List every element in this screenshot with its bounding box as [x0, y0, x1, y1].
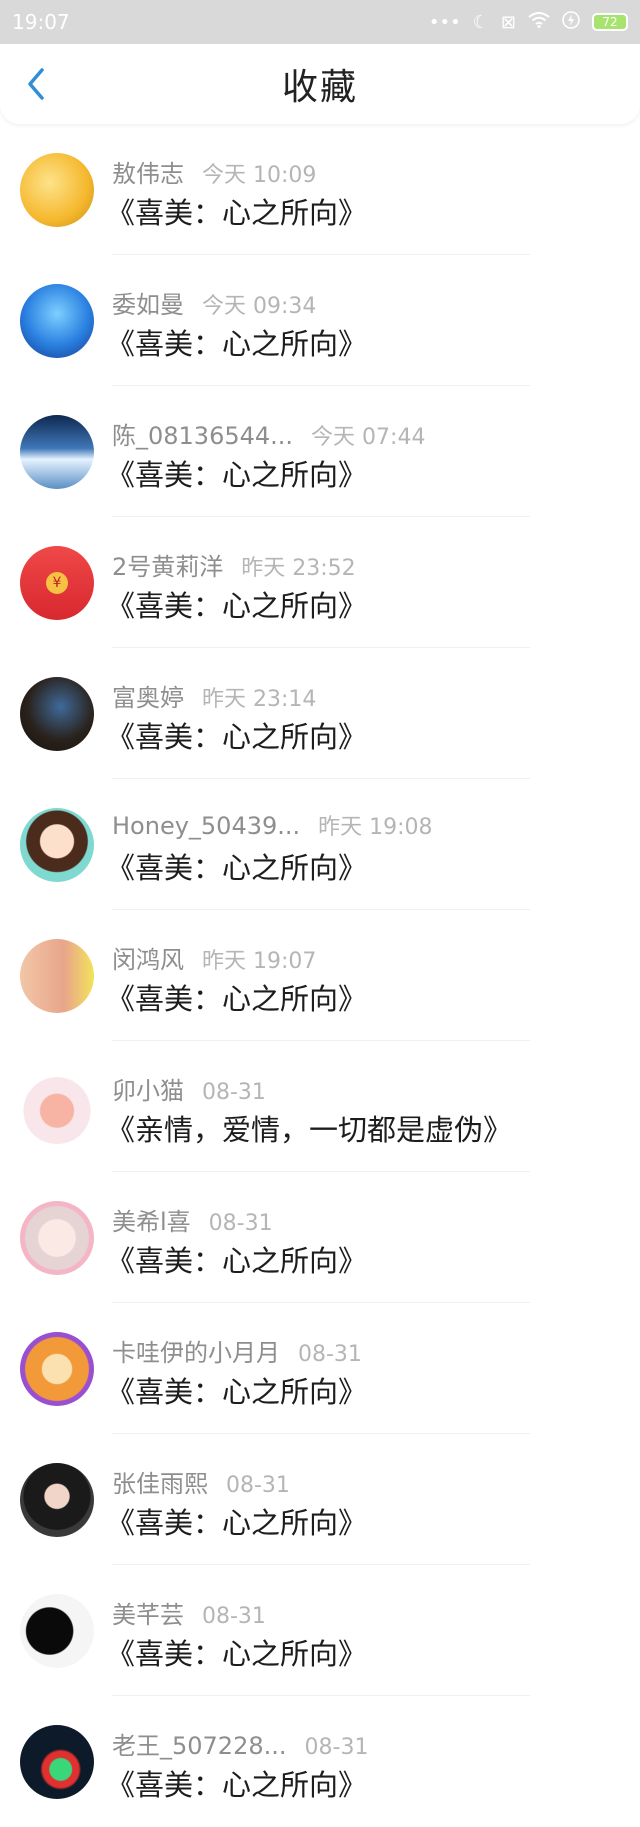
status-icons: ••• ☾ ⊠ 72	[428, 10, 628, 34]
avatar[interactable]	[20, 1070, 94, 1144]
username[interactable]: 闵鸿风	[112, 940, 184, 975]
list-item[interactable]: 美芊芸 08-31 《喜美：心之所向》	[0, 1565, 640, 1696]
timestamp: 今天 10:09	[202, 163, 317, 188]
avatar[interactable]	[20, 939, 94, 1013]
header-bar: 收藏	[0, 44, 640, 124]
list-item[interactable]: 富奥婷 昨天 23:14 《喜美：心之所向》	[0, 648, 640, 779]
timestamp: 今天 09:34	[202, 294, 317, 319]
page-title: 收藏	[281, 67, 358, 108]
timestamp: 昨天 23:14	[202, 687, 317, 712]
favorite-title[interactable]: 《喜美：心之所向》	[106, 714, 367, 756]
favorite-title[interactable]: 《喜美：心之所向》	[106, 976, 367, 1018]
chevron-left-icon	[28, 68, 44, 100]
list-item[interactable]: 老王_507228... 08-31 《喜美：心之所向》	[0, 1696, 640, 1827]
status-bar: 19:07 ••• ☾ ⊠ 72	[0, 0, 640, 44]
username[interactable]: 老王_507228...	[112, 1726, 287, 1761]
favorite-title[interactable]: 《喜美：心之所向》	[106, 1500, 367, 1542]
avatar[interactable]	[20, 284, 94, 358]
favorite-title[interactable]: 《喜美：心之所向》	[106, 1238, 367, 1280]
username[interactable]: 卯小猫	[112, 1071, 184, 1106]
timestamp: 08-31	[226, 1473, 290, 1498]
timestamp: 今天 07:44	[311, 425, 426, 450]
timestamp: 昨天 23:52	[241, 556, 356, 581]
timestamp: 08-31	[202, 1080, 266, 1105]
favorite-title[interactable]: 《喜美：心之所向》	[106, 452, 367, 494]
username[interactable]: 敖伟志	[112, 154, 184, 189]
avatar[interactable]	[20, 1463, 94, 1537]
timestamp: 08-31	[298, 1342, 362, 1367]
username[interactable]: 美芊芸	[112, 1595, 184, 1630]
username[interactable]: 卡哇伊的小月月	[112, 1333, 280, 1368]
red-envelope-icon: ¥	[46, 572, 68, 594]
list-item[interactable]: 美希l喜 08-31 《喜美：心之所向》	[0, 1172, 640, 1303]
username[interactable]: 张佳雨熙	[112, 1464, 208, 1499]
avatar[interactable]	[20, 808, 94, 882]
list-item[interactable]: 卡哇伊的小月月 08-31 《喜美：心之所向》	[0, 1303, 640, 1434]
more-dots-icon: •••	[428, 11, 461, 33]
back-button[interactable]	[18, 64, 54, 104]
list-item[interactable]: 敖伟志 今天 10:09 《喜美：心之所向》	[0, 124, 640, 255]
list-item[interactable]: 闵鸿风 昨天 19:07 《喜美：心之所向》	[0, 910, 640, 1041]
list-item[interactable]: 卯小猫 08-31 《亲情，爱情，一切都是虚伪》	[0, 1041, 640, 1172]
favorite-title[interactable]: 《喜美：心之所向》	[106, 321, 367, 363]
list-item[interactable]: Honey_50439... 昨天 19:08 《喜美：心之所向》	[0, 779, 640, 910]
avatar[interactable]: ¥	[20, 546, 94, 620]
favorite-title[interactable]: 《喜美：心之所向》	[106, 845, 367, 887]
list-item[interactable]: 张佳雨熙 08-31 《喜美：心之所向》	[0, 1434, 640, 1565]
timestamp: 昨天 19:08	[318, 815, 433, 840]
favorite-title[interactable]: 《喜美：心之所向》	[106, 1631, 367, 1673]
wifi-icon	[528, 11, 550, 33]
list-item[interactable]: 陈_08136544... 今天 07:44 《喜美：心之所向》	[0, 386, 640, 517]
avatar[interactable]	[20, 153, 94, 227]
list-item[interactable]: 委如曼 今天 09:34 《喜美：心之所向》	[0, 255, 640, 386]
username[interactable]: 陈_08136544...	[112, 416, 293, 451]
favorite-title[interactable]: 《喜美：心之所向》	[106, 190, 367, 232]
username[interactable]: 富奥婷	[112, 678, 184, 713]
avatar[interactable]	[20, 1594, 94, 1668]
close-box-icon: ⊠	[500, 11, 516, 33]
charging-icon	[562, 10, 580, 34]
list-item[interactable]: ¥ 2号黄莉洋 昨天 23:52 《喜美：心之所向》	[0, 517, 640, 648]
avatar[interactable]	[20, 1332, 94, 1406]
username[interactable]: 委如曼	[112, 285, 184, 320]
timestamp: 08-31	[202, 1604, 266, 1629]
username[interactable]: Honey_50439...	[112, 812, 300, 840]
favorite-title[interactable]: 《喜美：心之所向》	[106, 1369, 367, 1411]
avatar[interactable]	[20, 1725, 94, 1799]
username[interactable]: 2号黄莉洋	[112, 547, 223, 582]
favorites-list: 敖伟志 今天 10:09 《喜美：心之所向》 委如曼 今天 09:34 《喜美：心之…	[0, 124, 640, 1827]
favorite-title[interactable]: 《喜美：心之所向》	[106, 583, 367, 625]
avatar[interactable]	[20, 1201, 94, 1275]
avatar[interactable]	[20, 677, 94, 751]
battery-icon: 72	[592, 13, 628, 31]
status-time: 19:07	[12, 10, 70, 34]
timestamp: 08-31	[208, 1211, 273, 1236]
favorite-title[interactable]: 《亲情，爱情，一切都是虚伪》	[106, 1107, 512, 1149]
timestamp: 昨天 19:07	[202, 949, 317, 974]
timestamp: 08-31	[304, 1735, 369, 1760]
moon-icon: ☾	[472, 11, 489, 33]
avatar[interactable]	[20, 415, 94, 489]
favorite-title[interactable]: 《喜美：心之所向》	[106, 1762, 367, 1804]
username[interactable]: 美希l喜	[112, 1202, 191, 1237]
